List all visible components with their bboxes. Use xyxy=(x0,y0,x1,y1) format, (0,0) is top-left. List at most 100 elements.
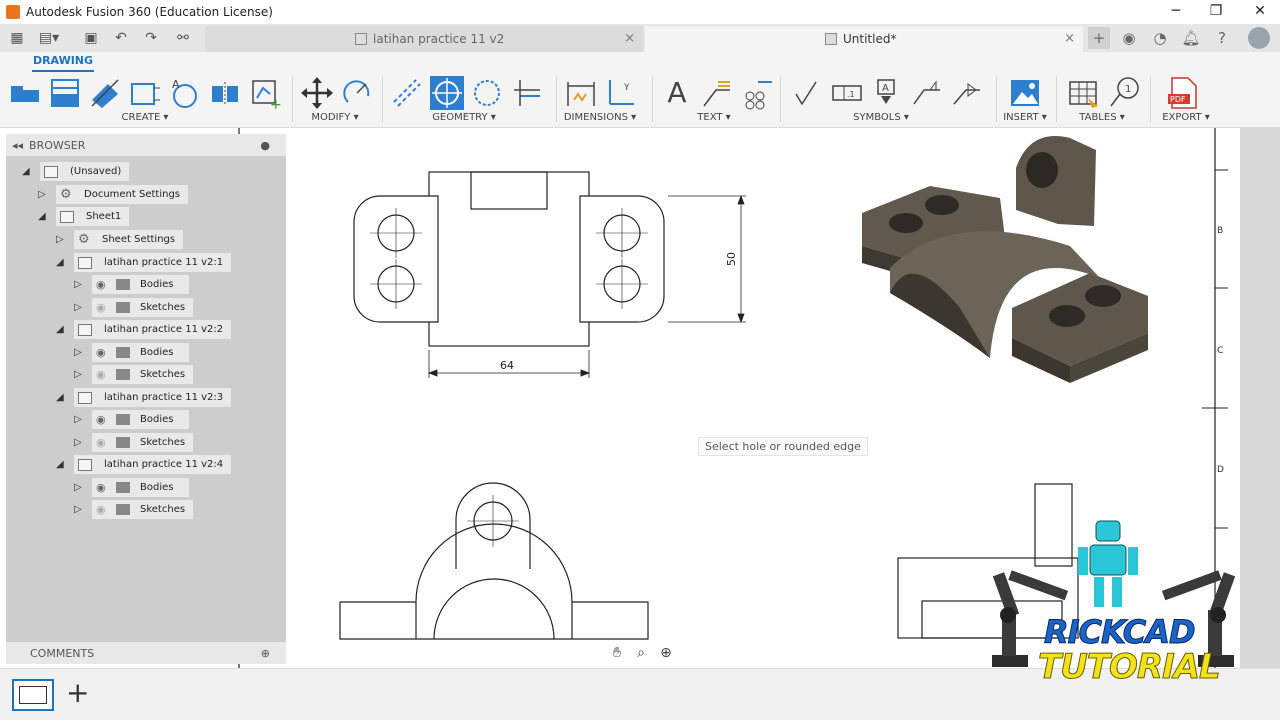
collapsed-triangle-icon[interactable]: ▷ xyxy=(74,504,84,516)
front-view[interactable] xyxy=(339,482,649,640)
undo-icon[interactable]: ↶ xyxy=(110,28,132,48)
tables-group-label[interactable]: TABLES ▾ xyxy=(1070,112,1134,123)
link-icon[interactable]: ⚯ xyxy=(172,28,194,48)
save-icon[interactable]: ▣ xyxy=(80,28,102,48)
welding-symbol-icon[interactable] xyxy=(910,76,944,110)
collapsed-triangle-icon[interactable]: ▷ xyxy=(38,189,48,201)
tree-view-2[interactable]: ◢ latihan practice 11 v2:2 xyxy=(56,320,232,339)
base-view-icon[interactable] xyxy=(8,76,42,110)
sheet-thumbnail[interactable] xyxy=(12,679,54,711)
create-group-label[interactable]: CREATE ▾ xyxy=(110,112,180,123)
close-tab-icon[interactable]: × xyxy=(624,31,635,46)
dimension-icon[interactable] xyxy=(564,76,598,110)
text-icon[interactable]: A xyxy=(660,76,694,110)
sketch-create-icon[interactable]: + xyxy=(248,76,282,113)
pdf-export-icon[interactable]: PDF xyxy=(1166,76,1200,110)
help-icon[interactable]: ? xyxy=(1211,27,1233,49)
ordinate-dimension-icon[interactable]: Y xyxy=(604,76,638,110)
add-comment-icon[interactable]: ⊕ xyxy=(261,647,270,660)
collapsed-triangle-icon[interactable]: ▷ xyxy=(74,414,84,426)
collapsed-triangle-icon[interactable]: ▷ xyxy=(74,437,84,449)
dimensions-group-label[interactable]: DIMENSIONS ▾ xyxy=(560,112,640,123)
tab-latihan-practice[interactable]: latihan practice 11 v2 × xyxy=(205,26,643,52)
leader-text-icon[interactable] xyxy=(700,76,734,110)
crop-view-icon[interactable] xyxy=(208,76,242,110)
modify-group-label[interactable]: MODIFY ▾ xyxy=(300,112,370,123)
comments-panel[interactable]: COMMENTS ⊕ xyxy=(6,642,286,664)
tree-root[interactable]: ◢ (Unsaved) xyxy=(22,162,130,181)
export-group-label[interactable]: EXPORT ▾ xyxy=(1156,112,1216,123)
collapsed-triangle-icon[interactable]: ▷ xyxy=(74,482,84,494)
collapsed-triangle-icon[interactable]: ▷ xyxy=(74,347,84,359)
eye-hidden-icon[interactable]: ◉ xyxy=(96,503,110,516)
zoom-window-icon[interactable]: ⌕ xyxy=(630,645,652,665)
eye-icon[interactable]: ◉ xyxy=(96,481,110,494)
top-view[interactable] xyxy=(353,171,665,347)
tab-untitled[interactable]: Untitled* × xyxy=(645,26,1083,52)
insert-group-label[interactable]: INSERT ▾ xyxy=(1000,112,1050,123)
expanded-triangle-icon[interactable]: ◢ xyxy=(56,324,66,336)
maximize-button[interactable]: ❐ xyxy=(1196,0,1236,24)
tab-drawing[interactable]: DRAWING xyxy=(32,54,94,72)
extensions-icon[interactable]: ◉ xyxy=(1118,27,1140,49)
add-sheet-icon[interactable]: + xyxy=(66,677,89,709)
rotate-icon[interactable] xyxy=(340,76,374,110)
break-view-icon[interactable]: A xyxy=(168,76,202,110)
tree-sketches[interactable]: ▷ ◉ Sketches xyxy=(74,365,194,384)
tree-sketches[interactable]: ▷ ◉ Sketches xyxy=(74,433,194,452)
table-icon[interactable] xyxy=(1066,76,1100,110)
tree-bodies[interactable]: ▷ ◉ Bodies xyxy=(74,275,190,294)
projected-view-icon[interactable] xyxy=(48,76,82,110)
note-icon[interactable] xyxy=(740,76,774,110)
expanded-triangle-icon[interactable]: ◢ xyxy=(56,392,66,404)
symbols-group-label[interactable]: SYMBOLS ▾ xyxy=(846,112,916,123)
balloon-icon[interactable]: 1 xyxy=(1108,76,1142,110)
geometry-group-label[interactable]: GEOMETRY ▾ xyxy=(424,112,504,123)
expanded-triangle-icon[interactable]: ◢ xyxy=(56,459,66,471)
data-panel-grid-icon[interactable]: ▦ xyxy=(6,28,28,48)
centerline-icon[interactable] xyxy=(390,76,424,110)
surface-texture-icon[interactable] xyxy=(790,76,824,110)
file-menu-icon[interactable]: ▤▾ xyxy=(38,28,60,48)
expanded-triangle-icon[interactable]: ◢ xyxy=(56,257,66,269)
feature-control-frame-icon[interactable]: .1 xyxy=(830,76,864,110)
tree-document-settings[interactable]: ▷ ⚙ Document Settings xyxy=(38,185,189,204)
panel-options-icon[interactable]: ● xyxy=(260,139,270,152)
browser-header[interactable]: ◂◂ BROWSER ● xyxy=(6,134,286,156)
minimize-button[interactable]: ─ xyxy=(1156,0,1196,24)
tree-sheet-settings[interactable]: ▷ ⚙ Sheet Settings xyxy=(56,230,184,249)
tree-sketches[interactable]: ▷ ◉ Sketches xyxy=(74,298,194,317)
center-mark-icon[interactable] xyxy=(430,76,464,110)
expanded-triangle-icon[interactable]: ◢ xyxy=(22,166,32,178)
redo-icon[interactable]: ↷ xyxy=(140,28,162,48)
pan-hand-icon[interactable]: ✋︎ xyxy=(606,645,628,665)
edge-symbol-icon[interactable] xyxy=(950,76,984,110)
collapse-panel-icon[interactable]: ◂◂ xyxy=(12,139,23,152)
zoom-icon[interactable]: ⊕ xyxy=(655,645,677,665)
close-tab-icon[interactable]: × xyxy=(1064,31,1075,46)
datum-identifier-icon[interactable]: A xyxy=(870,76,904,110)
text-group-label[interactable]: TEXT ▾ xyxy=(684,112,744,123)
dimension-height-value[interactable]: 50 xyxy=(725,252,738,266)
eye-hidden-icon[interactable]: ◉ xyxy=(96,368,110,381)
eye-hidden-icon[interactable]: ◉ xyxy=(96,301,110,314)
collapsed-triangle-icon[interactable]: ▷ xyxy=(56,234,66,246)
tree-sketches[interactable]: ▷ ◉ Sketches xyxy=(74,500,194,519)
dimension-width-value[interactable]: 64 xyxy=(500,359,514,372)
eye-icon[interactable]: ◉ xyxy=(96,413,110,426)
expanded-triangle-icon[interactable]: ◢ xyxy=(38,211,48,223)
tree-bodies[interactable]: ▷ ◉ Bodies xyxy=(74,343,190,362)
eye-icon[interactable]: ◉ xyxy=(96,346,110,359)
collapsed-triangle-icon[interactable]: ▷ xyxy=(74,369,84,381)
move-icon[interactable] xyxy=(300,76,334,110)
user-avatar[interactable] xyxy=(1248,27,1270,49)
edge-extension-icon[interactable] xyxy=(510,76,544,110)
eye-hidden-icon[interactable]: ◉ xyxy=(96,436,110,449)
detail-view-icon[interactable] xyxy=(128,76,162,110)
tree-bodies[interactable]: ▷ ◉ Bodies xyxy=(74,478,190,497)
isometric-view[interactable] xyxy=(862,136,1148,383)
insert-image-icon[interactable] xyxy=(1008,76,1042,110)
tree-sheet1[interactable]: ◢ Sheet1 xyxy=(38,207,130,226)
notifications-bell-icon[interactable]: 🔔︎ xyxy=(1180,27,1202,49)
section-view-icon[interactable] xyxy=(88,76,122,110)
